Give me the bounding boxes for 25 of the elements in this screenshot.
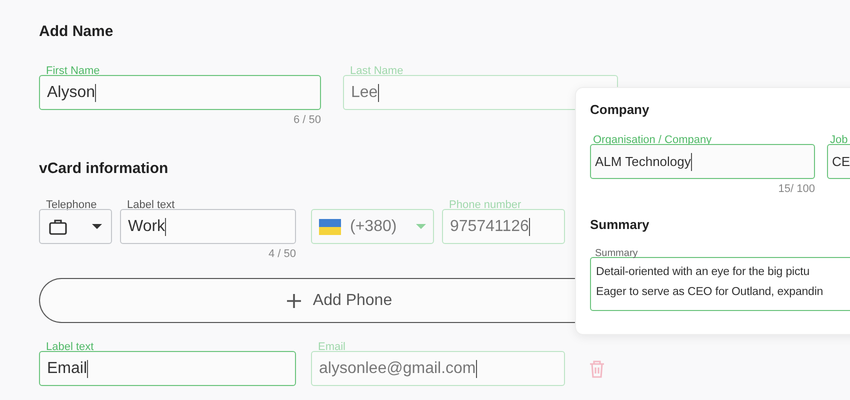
field-label: Email	[318, 341, 346, 353]
field-value: Lee	[351, 82, 378, 102]
field-value: ALM Technology	[595, 152, 691, 171]
field-label: Summary	[595, 248, 638, 259]
field-value: 975741126	[450, 216, 529, 236]
field-label: Label text	[46, 341, 94, 353]
field-label: First Name	[46, 65, 100, 77]
field-label: Last Name	[350, 65, 404, 77]
field-label: Phone number	[449, 199, 522, 211]
field-value: Email	[47, 358, 88, 378]
section-title: vCard information	[39, 159, 168, 179]
section-title: Add Name	[39, 22, 114, 42]
character-counter: 6 / 50	[293, 113, 321, 127]
field-label: Job	[830, 134, 848, 146]
summary-text: Detail-oriented with an eye for the big pictu Eager to serve as CEO for Outland, expandin	[596, 265, 824, 300]
card-title: Summary	[590, 216, 650, 234]
field-value: Work	[128, 216, 166, 236]
field-value: Alyson	[47, 82, 96, 102]
character-counter: 4 / 50	[268, 247, 296, 261]
character-counter: 15/ 100	[778, 182, 815, 196]
field-label: Label text	[127, 199, 175, 211]
field-value: alysonlee@gmail.com	[319, 358, 476, 378]
field-label: Telephone	[46, 199, 97, 211]
field-value: CE	[832, 152, 850, 171]
field-label: Organisation / Company	[593, 134, 712, 146]
